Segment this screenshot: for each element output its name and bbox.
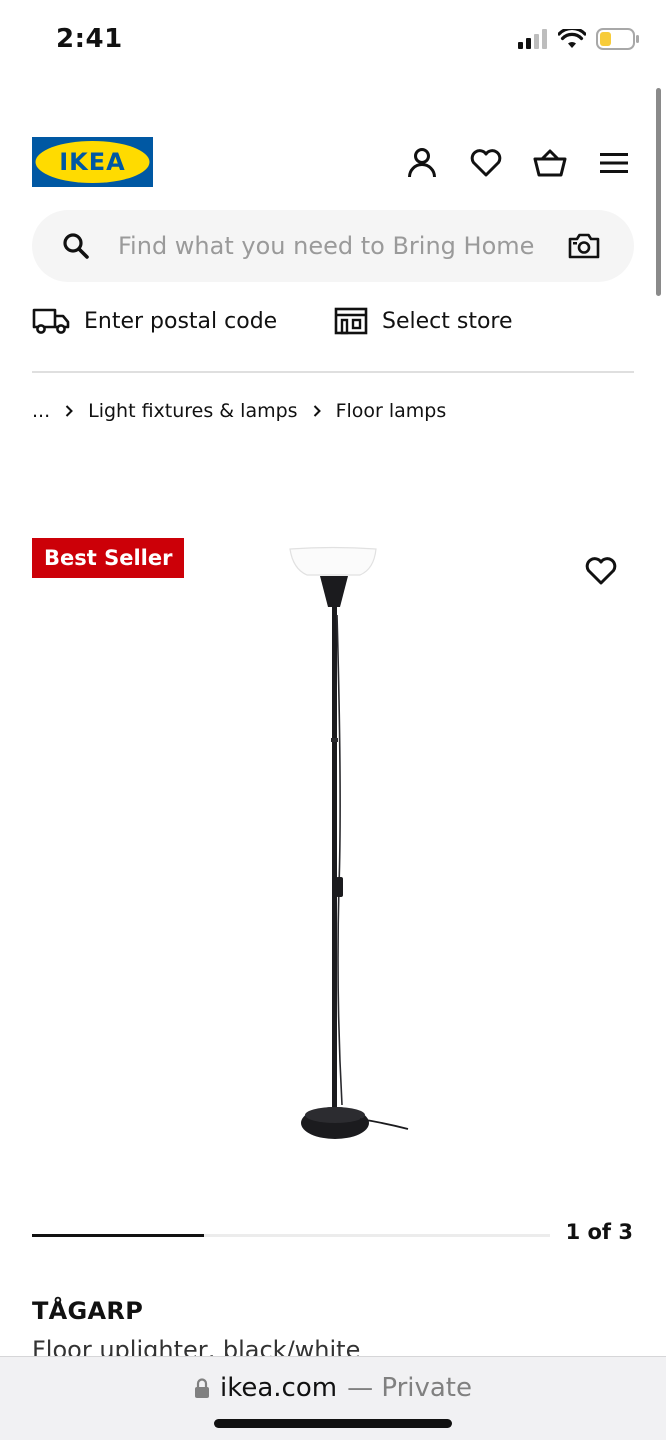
header-icons [403, 144, 633, 182]
favorites-button[interactable] [467, 144, 505, 182]
store-icon [334, 307, 368, 335]
wifi-icon [558, 29, 586, 48]
menu-icon [600, 153, 628, 173]
select-store-button[interactable]: Select store [334, 306, 513, 336]
basket-button[interactable] [531, 144, 569, 182]
breadcrumb-item-light-fixtures[interactable]: Light fixtures & lamps [88, 400, 297, 422]
camera-icon[interactable] [568, 232, 600, 260]
heart-icon [470, 149, 502, 177]
chevron-right-icon [62, 405, 76, 417]
product-name: TÅGARP [32, 1297, 144, 1325]
lock-icon [195, 1378, 209, 1398]
carousel-counter: 1 of 3 [565, 1220, 633, 1244]
battery-icon [596, 28, 639, 50]
search-icon[interactable] [62, 232, 90, 260]
search-input[interactable] [118, 224, 558, 268]
best-seller-badge: Best Seller [32, 538, 185, 578]
breadcrumb: ... Light fixtures & lamps Floor lamps [32, 396, 446, 426]
signal-icon [518, 29, 547, 49]
carousel-progress-fill [32, 1234, 205, 1237]
url-domain: ikea.com [220, 1373, 338, 1403]
logo-text: IKEA [59, 148, 126, 176]
basket-icon [533, 149, 567, 177]
account-button[interactable] [403, 144, 441, 182]
status-icons [518, 28, 640, 50]
home-indicator[interactable] [214, 1419, 452, 1428]
select-store-label: Select store [382, 308, 513, 334]
search-bar[interactable] [32, 210, 634, 282]
postal-code-button[interactable]: Enter postal code [32, 306, 277, 336]
url-row[interactable]: ikea.com — Private [0, 1373, 666, 1403]
page-scrollbar[interactable] [656, 88, 661, 296]
heart-icon [585, 557, 617, 585]
status-time: 2:41 [56, 24, 123, 54]
menu-button[interactable] [595, 144, 633, 182]
private-label: — Private [347, 1373, 472, 1403]
divider [32, 371, 634, 373]
status-bar: 2:41 [0, 0, 666, 80]
ikea-logo[interactable]: IKEA [32, 137, 153, 187]
breadcrumb-ellipsis[interactable]: ... [32, 400, 50, 422]
postal-code-label: Enter postal code [84, 308, 278, 334]
chevron-right-icon [310, 405, 324, 417]
browser-address-bar[interactable]: ikea.com — Private [0, 1356, 666, 1440]
product-favorite-button[interactable] [582, 553, 620, 589]
carousel-progress[interactable] [32, 1234, 550, 1237]
truck-icon [32, 308, 70, 334]
breadcrumb-item-floor-lamps[interactable]: Floor lamps [336, 400, 447, 422]
person-icon [408, 148, 436, 178]
product-image[interactable] [280, 545, 420, 1145]
delivery-row: Enter postal code Select store [32, 306, 634, 346]
